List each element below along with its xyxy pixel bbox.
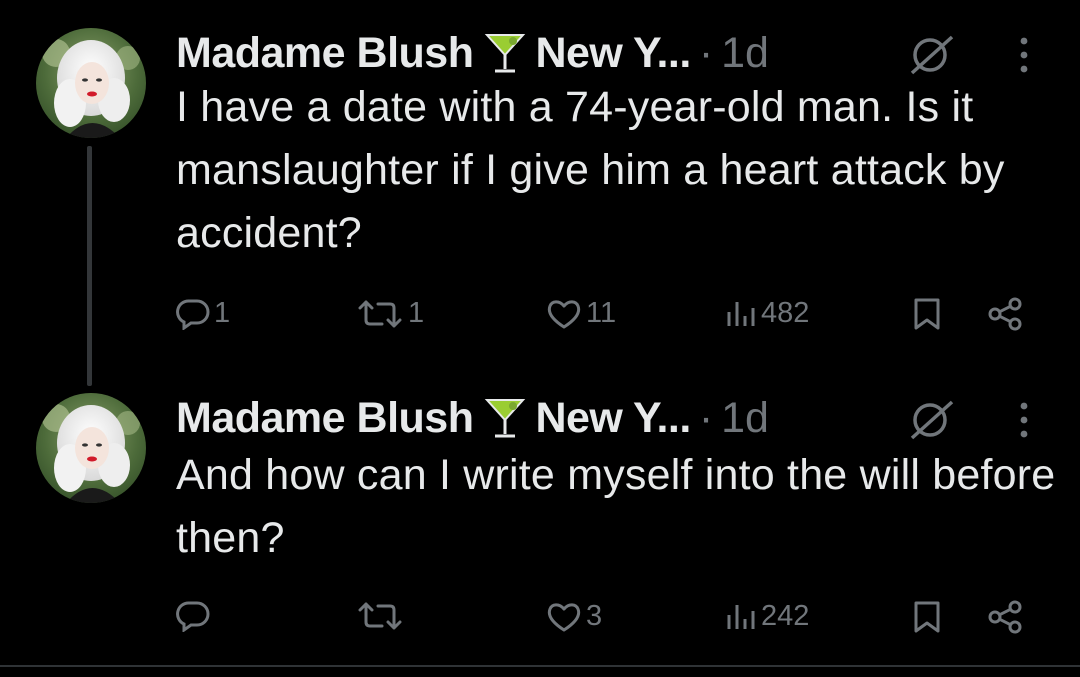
- views-icon: [727, 604, 755, 629]
- bookmark-button[interactable]: [912, 600, 942, 634]
- views-count: 242: [761, 600, 810, 632]
- thread-connector-line: [87, 146, 92, 386]
- reply-count: 1: [214, 297, 231, 329]
- repost-button[interactable]: [356, 600, 408, 632]
- views-count: 482: [761, 297, 810, 329]
- reply-button[interactable]: 1: [176, 297, 230, 330]
- avatar[interactable]: [36, 28, 146, 138]
- like-button[interactable]: 3: [546, 600, 602, 633]
- like-count: 11: [586, 297, 617, 329]
- timestamp[interactable]: 1d: [721, 394, 769, 443]
- bookmark-icon: [914, 298, 940, 330]
- author-name[interactable]: Madame Blush: [176, 394, 474, 443]
- reply-icon: [176, 298, 210, 330]
- tweet-header: Madame Blush New Y... · 1d: [176, 390, 1056, 446]
- cocktail-glass-icon: [483, 29, 527, 77]
- repost-count: 1: [408, 297, 425, 329]
- author-location: New Y...: [535, 28, 691, 77]
- repost-icon: [358, 602, 402, 630]
- tweet-text: I have a date with a 74-year-old man. Is…: [176, 83, 1005, 257]
- share-icon: [988, 297, 1022, 331]
- reply-icon: [176, 601, 210, 632]
- separator-dot: ·: [698, 28, 714, 77]
- timestamp[interactable]: 1d: [721, 29, 769, 78]
- repost-icon: [358, 300, 402, 327]
- tweet-text: And how can I write myself into the will…: [176, 451, 1056, 562]
- share-button[interactable]: [985, 600, 1025, 634]
- like-count: 3: [586, 600, 603, 632]
- bookmark-button[interactable]: [912, 297, 942, 331]
- views-button[interactable]: 242: [725, 600, 809, 633]
- like-icon: [547, 602, 581, 631]
- share-icon: [988, 600, 1022, 634]
- tweet-actions: 3 242: [0, 596, 1080, 644]
- views-button[interactable]: 482: [725, 297, 809, 330]
- tweet-actions: 1 1 11 482: [0, 293, 1080, 341]
- avatar[interactable]: [36, 393, 146, 503]
- like-button[interactable]: 11: [546, 297, 616, 330]
- views-icon: [727, 301, 755, 326]
- separator-dot: ·: [698, 393, 714, 442]
- reply-button[interactable]: [176, 600, 214, 632]
- repost-button[interactable]: 1: [356, 297, 424, 330]
- bookmark-icon: [914, 601, 940, 633]
- author-location: New Y...: [535, 393, 691, 442]
- like-icon: [547, 299, 581, 328]
- share-button[interactable]: [985, 297, 1025, 331]
- tweet-header: Madame Blush New Y... · 1d: [176, 25, 1056, 81]
- author-name[interactable]: Madame Blush: [176, 29, 474, 78]
- divider: [0, 665, 1080, 667]
- cocktail-glass-icon: [483, 394, 527, 442]
